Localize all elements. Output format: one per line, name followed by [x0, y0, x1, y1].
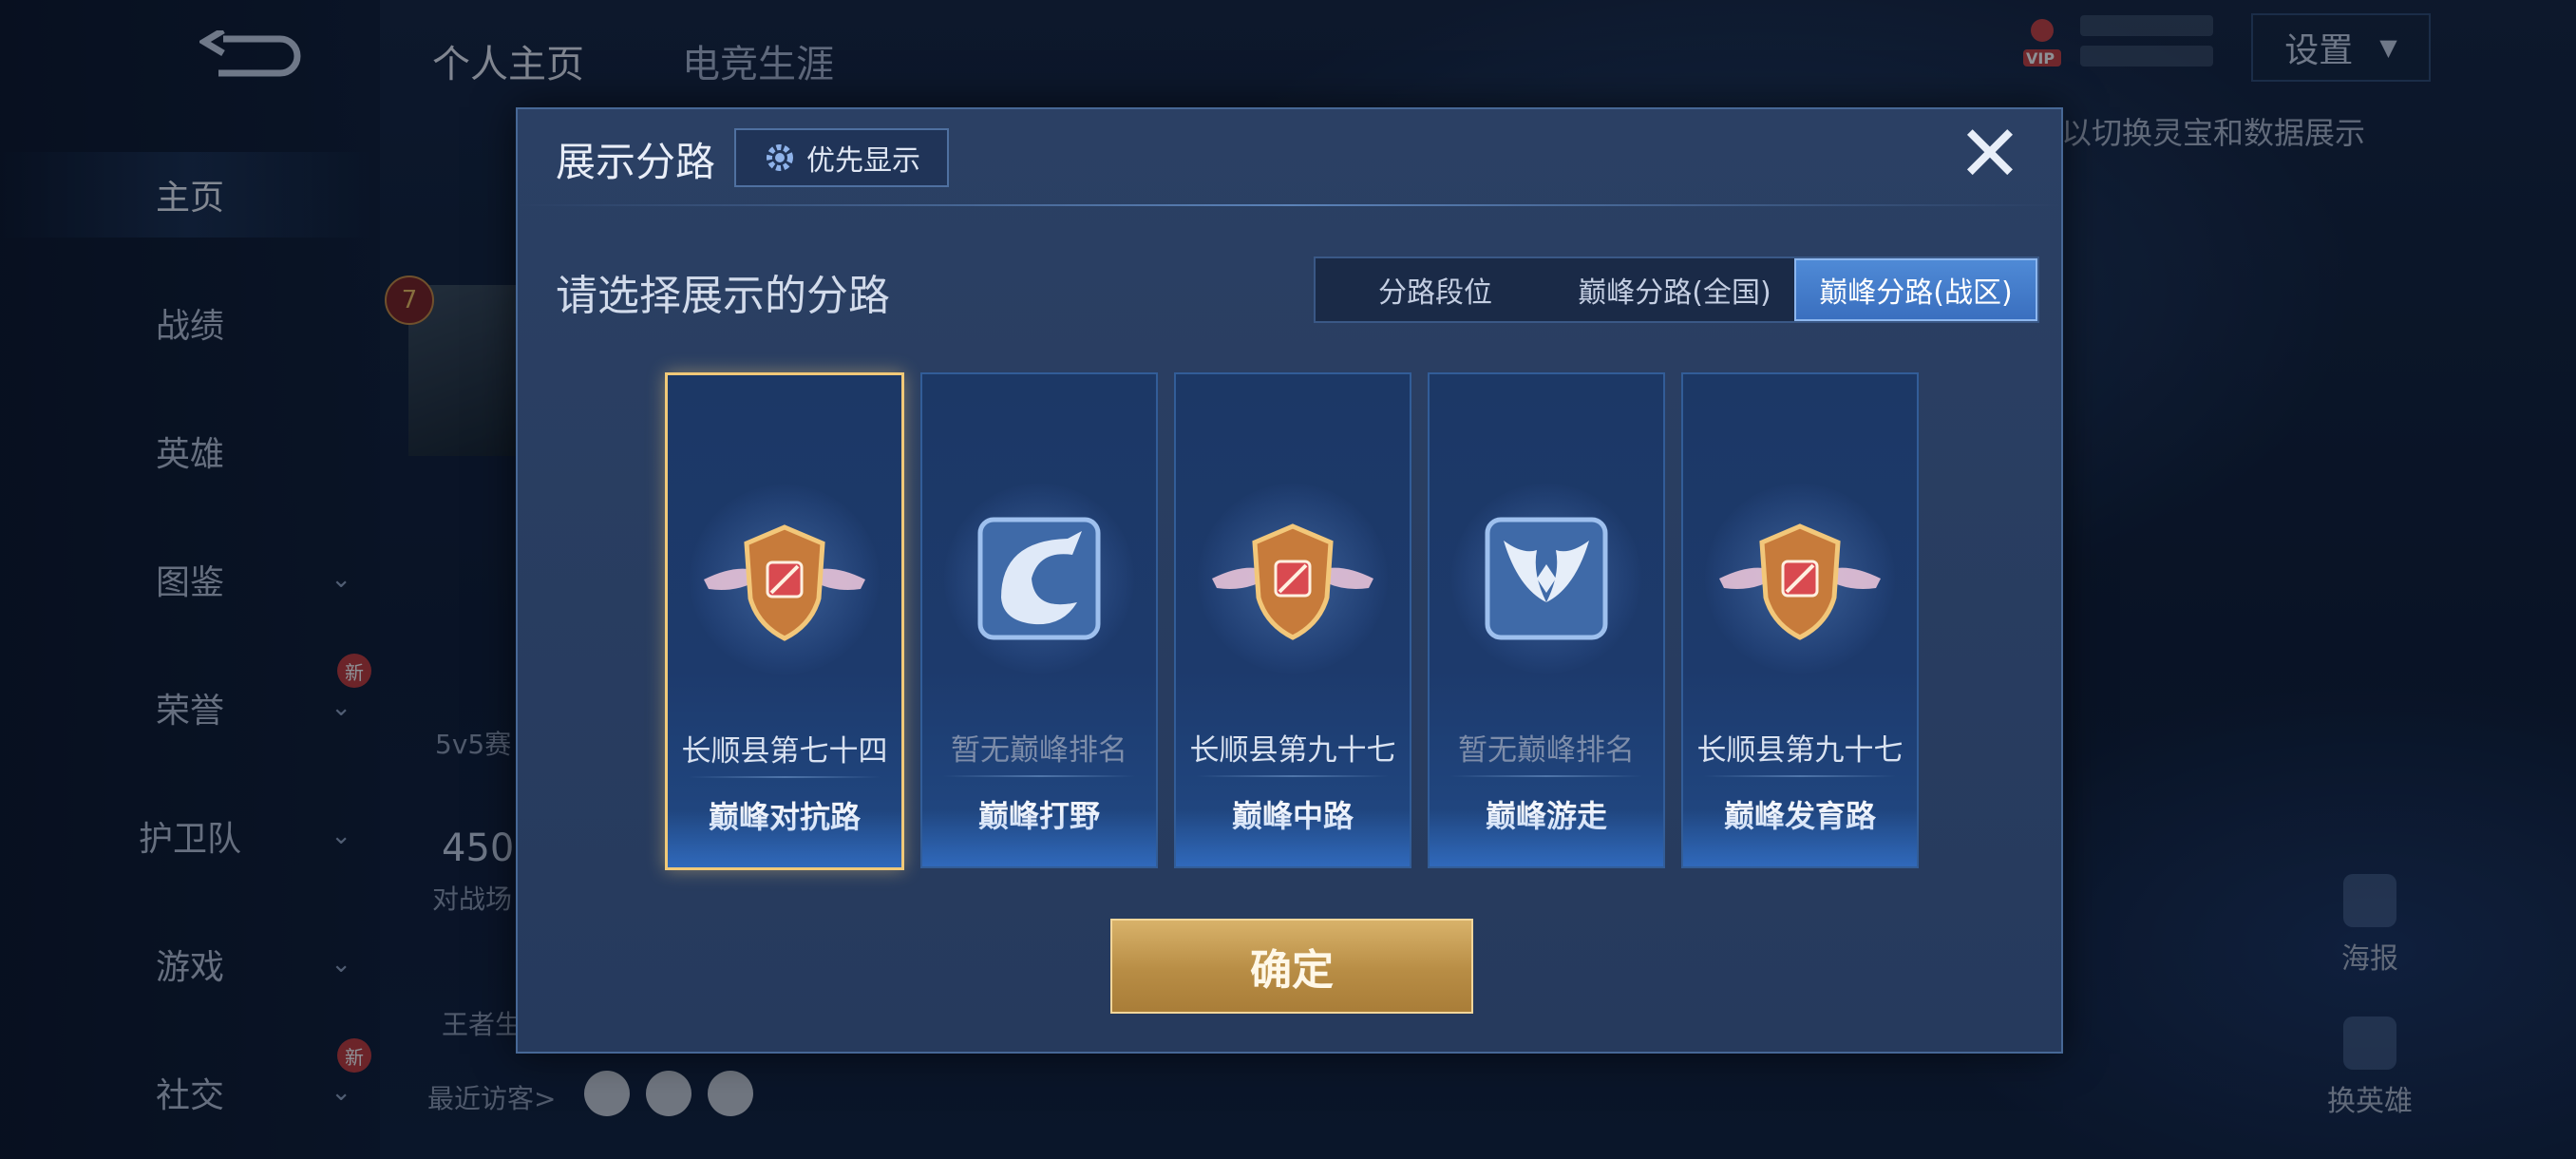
confirm-label: 确定: [1250, 946, 1334, 995]
priority-display-button[interactable]: 优先显示: [734, 128, 949, 187]
winged-shield-icon: [1719, 523, 1881, 640]
select-lane-label: 请选择展示的分路: [556, 272, 890, 320]
ranking-scope-tabs: 分路段位 巅峰分路(全国) 巅峰分路(战区): [1314, 256, 2039, 323]
tab-peak-national[interactable]: 巅峰分路(全国): [1555, 258, 1794, 321]
lane-cards: 长顺县第七十四巅峰对抗路暂无巅峰排名巅峰打野长顺县第九十七巅峰中路暂无巅峰排名巅…: [665, 372, 1919, 870]
gear-icon: [767, 144, 793, 171]
close-icon: ✕: [1957, 109, 2023, 200]
lane-rank: 长顺县第九十七: [1696, 733, 1904, 768]
wings-icon: [1485, 517, 1608, 640]
tab-lane-rank[interactable]: 分路段位: [1316, 258, 1555, 321]
card-glow: [922, 809, 1156, 866]
priority-display-label: 优先显示: [806, 144, 920, 178]
divider: [1704, 775, 1896, 777]
dragon-icon: [977, 517, 1101, 640]
card-glow: [1430, 809, 1663, 866]
lane-card[interactable]: 暂无巅峰排名巅峰打野: [920, 372, 1158, 868]
confirm-button[interactable]: 确定: [1110, 919, 1473, 1014]
tab-peak-region[interactable]: 巅峰分路(战区): [1794, 258, 2037, 321]
lane-rank: 暂无巅峰排名: [1458, 733, 1635, 768]
winged-shield-icon: [704, 524, 865, 641]
divider: [1450, 775, 1642, 777]
divider: [943, 775, 1135, 777]
card-glow: [1683, 809, 1917, 866]
lane-rank: 长顺县第七十四: [681, 734, 888, 769]
lane-card[interactable]: 长顺县第七十四巅峰对抗路: [665, 372, 904, 870]
divider: [1197, 775, 1389, 777]
close-button[interactable]: ✕: [1957, 116, 2023, 194]
divider: [689, 776, 881, 778]
dialog-title: 展示分路: [556, 139, 716, 185]
lane-card[interactable]: 暂无巅峰排名巅峰游走: [1428, 372, 1665, 868]
lane-rank: 暂无巅峰排名: [951, 733, 1127, 768]
winged-shield-icon: [1212, 523, 1373, 640]
lane-display-dialog: 展示分路 优先显示 ✕ 请选择展示的分路 分路段位 巅峰分路(全国) 巅峰分路(…: [516, 107, 2063, 1054]
lane-card[interactable]: 长顺县第九十七巅峰发育路: [1681, 372, 1919, 868]
card-glow: [668, 810, 901, 867]
card-glow: [1176, 809, 1410, 866]
lane-rank: 长顺县第九十七: [1189, 733, 1396, 768]
divider: [518, 204, 2061, 206]
lane-card[interactable]: 长顺县第九十七巅峰中路: [1174, 372, 1411, 868]
